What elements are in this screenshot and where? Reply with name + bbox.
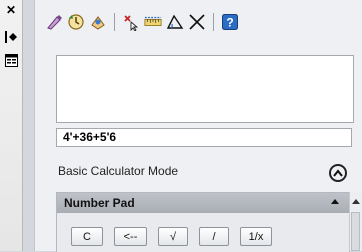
- calculator-mode-label: Basic Calculator Mode: [58, 164, 179, 178]
- history-icon[interactable]: [67, 13, 85, 31]
- number-pad-section: Number Pad C <-- √ / 1/x: [56, 192, 350, 252]
- get-coordinates-icon[interactable]: [89, 13, 107, 31]
- scrollbar[interactable]: [349, 192, 362, 251]
- help-icon[interactable]: ?: [221, 13, 239, 31]
- scroll-thumb[interactable]: [351, 212, 360, 251]
- palette-title-strip: ✕: [0, 0, 23, 251]
- clear-icon[interactable]: [45, 13, 63, 31]
- close-icon[interactable]: ✕: [4, 3, 18, 17]
- divide-key[interactable]: /: [199, 227, 229, 246]
- intersection-icon[interactable]: [188, 13, 206, 31]
- distance-icon[interactable]: [122, 13, 140, 31]
- autohide-icon[interactable]: [4, 30, 18, 44]
- toolbar: ?: [45, 11, 239, 33]
- properties-icon[interactable]: [4, 53, 18, 67]
- toolbar-separator: [114, 13, 115, 31]
- collapse-up-icon[interactable]: [329, 164, 347, 182]
- angle-icon[interactable]: [166, 13, 184, 31]
- number-pad-keys: C <-- √ / 1/x: [71, 227, 272, 246]
- clear-key[interactable]: C: [71, 227, 103, 246]
- scroll-up-icon[interactable]: [352, 199, 360, 204]
- toolbar-separator: [213, 13, 214, 31]
- collapse-arrow-icon[interactable]: [331, 199, 339, 204]
- ruler-icon[interactable]: [144, 13, 162, 31]
- expression-input[interactable]: 4'+36+5'6: [56, 128, 352, 147]
- number-pad-header[interactable]: Number Pad: [57, 193, 349, 213]
- number-pad-title: Number Pad: [64, 196, 135, 210]
- svg-text:?: ?: [226, 16, 233, 30]
- backspace-key[interactable]: <--: [114, 227, 147, 246]
- quickcalc-panel: ? 4'+36+5'6 Basic Calculator Mode Number…: [34, 0, 362, 252]
- sqrt-key[interactable]: √: [158, 227, 188, 246]
- history-area[interactable]: [56, 55, 354, 123]
- reciprocal-key[interactable]: 1/x: [240, 227, 272, 246]
